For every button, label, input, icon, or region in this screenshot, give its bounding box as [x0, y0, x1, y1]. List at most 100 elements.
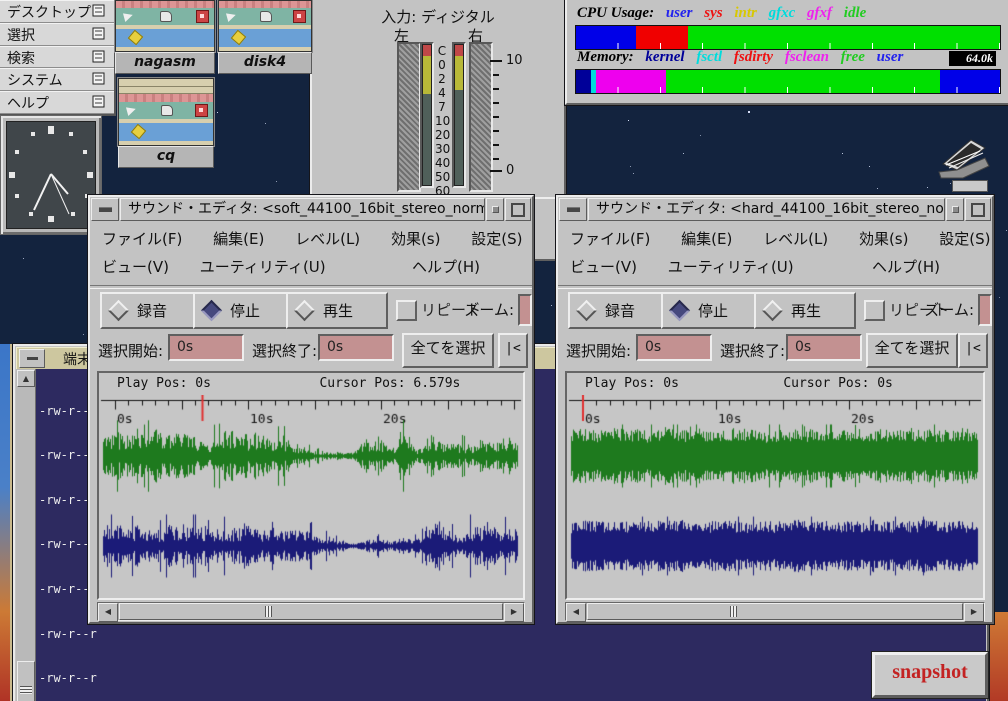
selection-end-field[interactable]: 0s: [318, 334, 394, 361]
leaf-icon: [128, 30, 143, 45]
scroll-left-arrow-icon[interactable]: ◀: [98, 603, 118, 622]
waveform-display[interactable]: [567, 395, 983, 598]
menu-file[interactable]: ファイル(F): [570, 225, 650, 253]
thumb-tool-icon: [160, 11, 172, 22]
cpu-legend: CPU Usage: user sys intr gfxc gfxf idle: [577, 5, 874, 22]
menu-settings[interactable]: 設定(S): [939, 225, 990, 253]
thumb-grips: [730, 606, 737, 617]
select-all-button[interactable]: 全てを選択: [866, 333, 958, 368]
thumb-tool-icon: [195, 104, 208, 117]
menu-file[interactable]: ファイル(F): [102, 225, 182, 253]
leaf-icon: [231, 30, 246, 45]
selection-start-label: 選択開始:: [98, 340, 163, 361]
menu-effects[interactable]: 効果(s): [859, 225, 909, 253]
zoom-label: ズーム:: [464, 299, 514, 320]
scroll-right-arrow-icon[interactable]: ▶: [504, 603, 524, 622]
menu-utility[interactable]: ユーティリティ(U): [668, 253, 794, 281]
left-gain-slider[interactable]: [397, 42, 421, 192]
drawer-icon: [92, 95, 105, 108]
scrollbar-thumb[interactable]: [17, 661, 35, 701]
minimize-button[interactable]: [91, 198, 119, 221]
horizontal-scrollbar[interactable]: ◀ ▶: [565, 602, 985, 621]
scroll-left-arrow-icon[interactable]: ◀: [566, 603, 586, 622]
toolchest-item-desktop[interactable]: デスクトップ: [0, 0, 114, 23]
play-position: Play Pos: 0s: [585, 376, 679, 391]
minimize-button[interactable]: [559, 198, 587, 221]
play-indicator-diamond: [762, 300, 783, 321]
waveform-panel: Play Pos: 0s Cursor Pos: 6.579s: [97, 371, 525, 600]
menu-level[interactable]: レベル(L): [295, 225, 360, 253]
thumb-tool-icon: [260, 11, 272, 22]
input-meter-window: 入力: ディジタル 左 右 C0 24 710 2030 4050 60 10 …: [310, 0, 566, 200]
thumb-tool-icon: [123, 11, 134, 22]
clock-face: [6, 121, 96, 229]
window-title: サウンド・エディタ: <hard_44100_16bit_stereo_norm…: [588, 198, 945, 221]
toolchest-item-find[interactable]: 検索: [0, 46, 114, 69]
leaf-icon: [131, 124, 146, 139]
menu-view[interactable]: ビュー(V): [102, 253, 169, 281]
waveform-display[interactable]: [99, 395, 523, 598]
menu-edit[interactable]: 編集(E): [681, 225, 732, 253]
window-title: サウンド・エディタ: <soft_44100_16bit_stereo_norm…: [120, 198, 485, 221]
menubar: ファイル(F) 編集(E) レベル(L) 効果(s) 設定(S) ビュー(V) …: [92, 223, 530, 284]
menu-view[interactable]: ビュー(V): [570, 253, 637, 281]
scrollbar-track[interactable]: [587, 603, 963, 620]
terminal-scrollbar[interactable]: ▲: [16, 369, 36, 701]
selection-end-field[interactable]: 0s: [786, 334, 862, 361]
selection-start-field[interactable]: 0s: [636, 334, 712, 361]
toolchest-label: 検索: [7, 48, 35, 68]
play-button[interactable]: 再生: [754, 292, 856, 329]
stop-button[interactable]: 停止: [193, 292, 295, 329]
scrollbar-thumb[interactable]: [587, 603, 963, 620]
thumb-preview: [115, 0, 215, 52]
scrollbar-thumb[interactable]: [119, 603, 503, 620]
laptop-icon[interactable]: [933, 138, 991, 180]
window-thumb-disk4[interactable]: disk4: [218, 0, 312, 74]
menu-effects[interactable]: 効果(s): [391, 225, 441, 253]
toolchest-item-help[interactable]: ヘルプ: [0, 91, 114, 114]
rewind-button[interactable]: |<: [498, 333, 528, 368]
scrollbar-track[interactable]: [119, 603, 503, 620]
menu-utility[interactable]: ユーティリティ(U): [200, 253, 326, 281]
stop-button[interactable]: 停止: [661, 292, 763, 329]
horizontal-scrollbar[interactable]: ◀ ▶: [97, 602, 525, 621]
repeat-checkbox[interactable]: [396, 300, 417, 321]
toolchest-item-system[interactable]: システム: [0, 68, 114, 91]
toolchest-label: デスクトップ: [7, 2, 91, 22]
memory-legend: Memory: kernel fsctl fsdirty fsclean fre…: [577, 49, 911, 66]
toolchest-item-select[interactable]: 選択: [0, 23, 114, 46]
editor-titlebar[interactable]: サウンド・エディタ: <soft_44100_16bit_stereo_norm…: [91, 198, 531, 221]
restore-button[interactable]: [486, 198, 504, 221]
menu-help[interactable]: ヘルプ(H): [872, 253, 940, 281]
rewind-button[interactable]: |<: [958, 333, 988, 368]
window-thumb-cq[interactable]: cq: [118, 78, 214, 168]
separator: [90, 285, 532, 289]
menu-help[interactable]: ヘルプ(H): [412, 253, 480, 281]
menu-settings[interactable]: 設定(S): [471, 225, 522, 253]
minimize-button[interactable]: [19, 349, 45, 368]
select-all-button[interactable]: 全てを選択: [402, 333, 494, 368]
clock-hands: [7, 122, 95, 228]
editor-titlebar[interactable]: サウンド・エディタ: <hard_44100_16bit_stereo_norm…: [559, 198, 991, 221]
meter-title: 入力: ディジタル: [312, 6, 564, 27]
restore-button[interactable]: [946, 198, 964, 221]
zoom-field[interactable]: [518, 294, 532, 326]
selection-start-field[interactable]: 0s: [168, 334, 244, 361]
thumb-grips: [265, 606, 272, 617]
window-thumb-nagasm[interactable]: nagasm: [115, 0, 215, 74]
repeat-checkbox[interactable]: [864, 300, 885, 321]
maximize-button[interactable]: [965, 198, 991, 221]
snapshot-button[interactable]: snapshot: [872, 652, 988, 698]
menu-level[interactable]: レベル(L): [763, 225, 828, 253]
record-button[interactable]: 録音: [100, 292, 202, 329]
record-button[interactable]: 録音: [568, 292, 670, 329]
zoom-field[interactable]: [978, 294, 992, 326]
maximize-button[interactable]: [505, 198, 531, 221]
scroll-right-arrow-icon[interactable]: ▶: [964, 603, 984, 622]
terminal-title: 端末: [63, 349, 91, 369]
menu-edit[interactable]: 編集(E): [213, 225, 264, 253]
play-button[interactable]: 再生: [286, 292, 388, 329]
scroll-up-arrow-icon[interactable]: ▲: [17, 370, 35, 387]
drawer-icon: [92, 4, 105, 17]
wallpaper-left-strip: [0, 344, 10, 701]
